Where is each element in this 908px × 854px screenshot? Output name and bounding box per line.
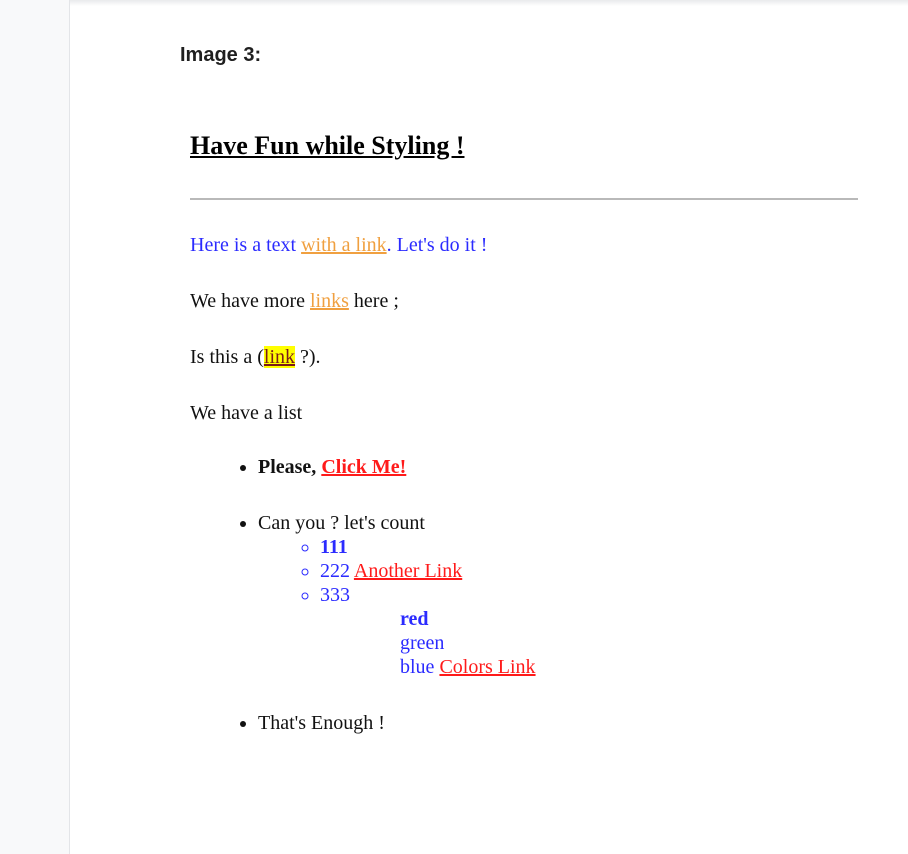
- sublist-item: 333 red green blue Colors Link: [320, 583, 858, 679]
- top-bar-shadow: [70, 0, 908, 6]
- paragraph-text: Is this a (: [190, 346, 264, 368]
- sublist-item-text: 111: [320, 536, 348, 558]
- color-item: blue Colors Link: [400, 655, 858, 679]
- highlighted-link[interactable]: link: [263, 346, 296, 368]
- another-link[interactable]: Another Link: [354, 560, 462, 582]
- paragraph-with-link: Here is a text with a link. Let's do it …: [190, 233, 858, 257]
- list-item-text: That's Enough !: [258, 712, 385, 734]
- paragraph-text: Here is a text: [190, 234, 302, 256]
- paragraph-text: ?).: [295, 346, 321, 368]
- sublist-item: 111: [320, 535, 858, 559]
- list-item: Can you ? let's count 111 222 Another Li…: [258, 511, 858, 679]
- color-item-text: blue: [400, 656, 435, 678]
- horizontal-rule: [190, 198, 858, 200]
- page-title: Have Fun while Styling !: [190, 131, 465, 160]
- colors-link[interactable]: Colors Link: [439, 656, 535, 678]
- paragraph-text: We have more: [190, 290, 310, 312]
- sublist-item-text: 222: [320, 560, 350, 582]
- list-item-text: Can you ? let's count: [258, 512, 425, 534]
- colors-list: red green blue Colors Link: [320, 607, 858, 679]
- image-caption: Image 3:: [180, 44, 262, 66]
- color-item-text: green: [400, 632, 445, 654]
- color-item: green: [400, 631, 858, 655]
- sublist-item: 222 Another Link: [320, 559, 858, 583]
- links-link[interactable]: links: [310, 290, 349, 312]
- list-item-bold-text: Please,: [258, 456, 317, 478]
- click-me-link[interactable]: Click Me!: [321, 456, 406, 478]
- sublist-item-text: 333: [320, 584, 350, 606]
- document: Have Fun while Styling ! Here is a text …: [190, 130, 858, 735]
- list-item: That's Enough !: [258, 711, 858, 735]
- paragraph-text: here ;: [348, 290, 399, 312]
- count-sublist: 111 222 Another Link 333 red green blue …: [258, 535, 858, 679]
- list-item: Please, Click Me!: [258, 455, 858, 479]
- color-item-text: red: [400, 608, 429, 630]
- paragraph-list-intro: We have a list: [190, 402, 303, 424]
- with-a-link-link[interactable]: with a link: [301, 234, 387, 256]
- left-rail: [0, 0, 70, 854]
- main-list: Please, Click Me! Can you ? let's count …: [190, 455, 858, 735]
- paragraph-highlight-link: Is this a (link ?).: [190, 345, 858, 369]
- paragraph-text: . Let's do it !: [386, 234, 488, 256]
- paragraph-more-links: We have more links here ;: [190, 289, 858, 313]
- color-item: red: [400, 607, 858, 631]
